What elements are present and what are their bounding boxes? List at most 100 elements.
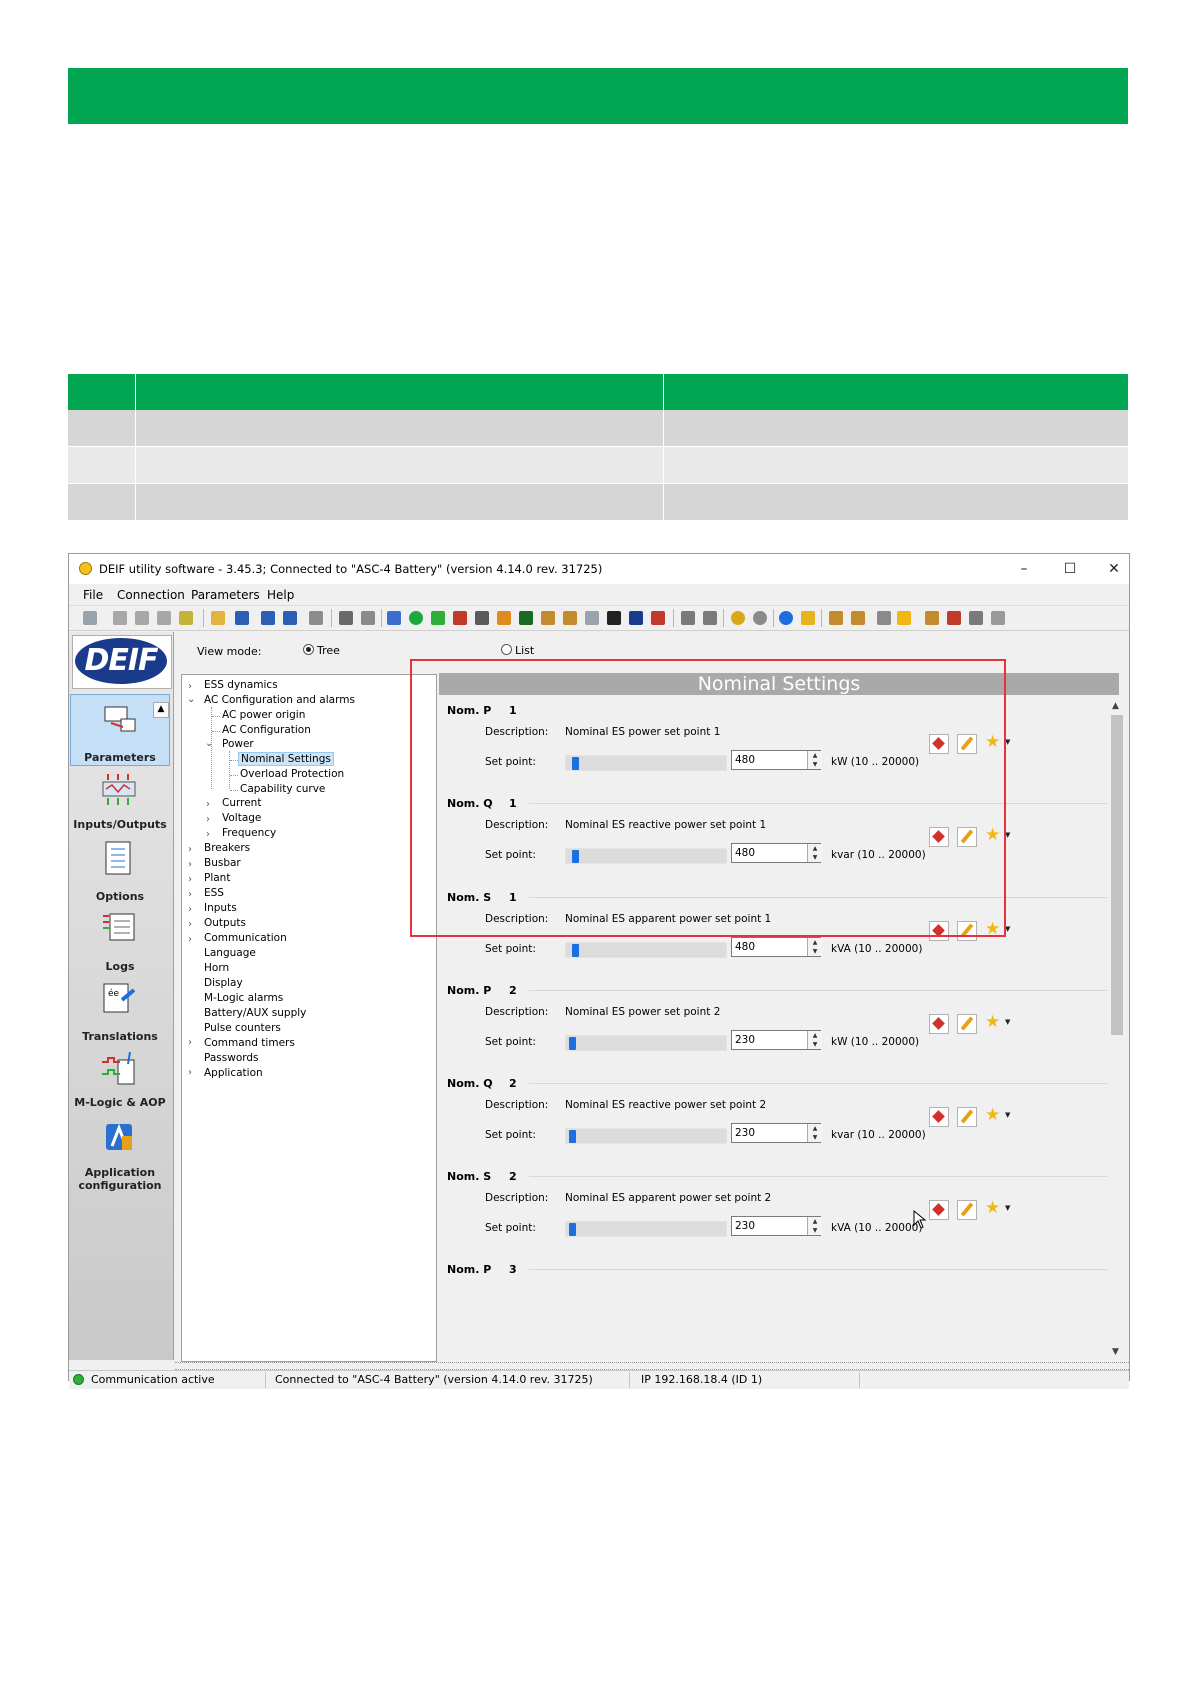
- tree-item[interactable]: ESS dynamics: [204, 679, 278, 691]
- scroll-down-icon[interactable]: ▼: [1112, 1347, 1119, 1357]
- transfer-icon[interactable]: [651, 611, 665, 625]
- tree-item[interactable]: AC power origin: [222, 709, 305, 721]
- tree-item[interactable]: Pulse counters: [204, 1022, 281, 1034]
- tree-item-selected[interactable]: Nominal Settings: [238, 752, 334, 766]
- star-icon[interactable]: [897, 611, 911, 625]
- tree-item[interactable]: Capability curve: [240, 783, 325, 795]
- sidebar-scroll-up-button[interactable]: ▲: [153, 702, 169, 718]
- clear-filter-icon[interactable]: [991, 611, 1005, 625]
- slider-knob[interactable]: [572, 944, 579, 957]
- write-icon[interactable]: [387, 611, 401, 625]
- tree-item[interactable]: Overload Protection: [240, 768, 344, 780]
- expand-icon[interactable]: ›: [188, 681, 192, 692]
- open-folder-icon[interactable]: [211, 611, 225, 625]
- save-icon[interactable]: [235, 611, 249, 625]
- expand-icon[interactable]: ›: [188, 1037, 192, 1048]
- favorite-star-icon[interactable]: ★: [985, 1105, 1000, 1125]
- spin-buttons[interactable]: ▲ ▼: [807, 1124, 822, 1142]
- wrench-icon[interactable]: [563, 611, 577, 625]
- setpoint-slider[interactable]: [565, 1221, 727, 1237]
- expand-icon[interactable]: ›: [188, 859, 192, 870]
- spin-buttons[interactable]: ▲ ▼: [807, 938, 822, 956]
- nav-mlogic-aop[interactable]: M-Logic & AOP: [70, 1044, 170, 1116]
- tree-item[interactable]: Plant: [204, 872, 230, 884]
- tools-icon[interactable]: [541, 611, 555, 625]
- write-param-icon[interactable]: [929, 1014, 949, 1034]
- filter-icon[interactable]: [877, 611, 891, 625]
- tree-item[interactable]: ESS: [204, 887, 224, 899]
- nav-logs[interactable]: Logs: [70, 904, 170, 976]
- expand-icon[interactable]: ›: [188, 934, 192, 945]
- tree-item[interactable]: Horn: [204, 962, 229, 974]
- expand-icon[interactable]: ›: [188, 1067, 192, 1078]
- nav-translations[interactable]: ée Translations: [70, 974, 170, 1046]
- print-preview-icon[interactable]: [361, 611, 375, 625]
- chevron-down-icon[interactable]: ▼: [1005, 1018, 1010, 1026]
- nav-inputs-outputs[interactable]: Inputs/Outputs: [70, 766, 170, 838]
- tree-item[interactable]: Passwords: [204, 1052, 259, 1064]
- funnel-icon[interactable]: [969, 611, 983, 625]
- chevron-down-icon[interactable]: ▼: [1005, 1204, 1010, 1212]
- tree-item[interactable]: Voltage: [222, 812, 261, 824]
- edit-pencil-icon[interactable]: [957, 1107, 977, 1127]
- horizontal-splitter[interactable]: [175, 1362, 1129, 1370]
- collapse-icon[interactable]: ⌄: [187, 694, 195, 705]
- display-icon[interactable]: [519, 611, 533, 625]
- minimize-button[interactable]: –: [1009, 558, 1039, 580]
- tree-item[interactable]: Current: [222, 797, 261, 809]
- connect-icon[interactable]: [83, 611, 97, 625]
- list-radio[interactable]: [501, 644, 512, 655]
- key-icon[interactable]: [179, 611, 193, 625]
- tree-item[interactable]: AC Configuration and alarms: [204, 694, 355, 706]
- scroll-up-icon[interactable]: ▲: [1112, 701, 1119, 711]
- chart-icon[interactable]: [703, 611, 717, 625]
- spin-buttons[interactable]: ▲ ▼: [807, 1217, 822, 1235]
- remove-icon[interactable]: [947, 611, 961, 625]
- folder-icon[interactable]: [309, 611, 323, 625]
- nav-application-configuration[interactable]: Application configuration: [70, 1114, 170, 1198]
- expand-icon[interactable]: ›: [188, 874, 192, 885]
- tree-item[interactable]: Command timers: [204, 1037, 295, 1049]
- tree-item[interactable]: Inputs: [204, 902, 237, 914]
- tag-icon[interactable]: [925, 611, 939, 625]
- settings-icon[interactable]: [113, 611, 127, 625]
- sync-icon[interactable]: [497, 611, 511, 625]
- tree-item[interactable]: Busbar: [204, 857, 241, 869]
- scroll-thumb[interactable]: [1111, 715, 1123, 1035]
- chevron-down-icon[interactable]: ▼: [1005, 1111, 1010, 1119]
- slider-knob[interactable]: [569, 1223, 576, 1236]
- edit-dropdown-icon[interactable]: [851, 611, 865, 625]
- write-param-icon[interactable]: [929, 1107, 949, 1127]
- edit-pencil-icon[interactable]: [957, 1200, 977, 1220]
- download-icon[interactable]: [475, 611, 489, 625]
- vertical-scrollbar[interactable]: ▲ ▼: [1109, 699, 1125, 1359]
- setpoint-slider[interactable]: [565, 1035, 727, 1051]
- tree-item[interactable]: Frequency: [222, 827, 276, 839]
- tree-item[interactable]: Battery/AUX supply: [204, 1007, 306, 1019]
- menu-help[interactable]: Help: [267, 588, 294, 602]
- print-icon[interactable]: [339, 611, 353, 625]
- tree-radio-label[interactable]: Tree: [317, 644, 340, 657]
- tree-radio[interactable]: [303, 644, 314, 655]
- expand-icon[interactable]: ›: [206, 799, 210, 810]
- upload-icon[interactable]: [453, 611, 467, 625]
- tree-item[interactable]: Language: [204, 947, 256, 959]
- tree-item[interactable]: Application: [204, 1067, 263, 1079]
- menu-file[interactable]: File: [83, 588, 103, 602]
- expand-icon[interactable]: ›: [188, 919, 192, 930]
- favorite-star-icon[interactable]: ★: [985, 1012, 1000, 1032]
- cog-icon[interactable]: [731, 611, 745, 625]
- tree-item[interactable]: Display: [204, 977, 243, 989]
- collapse-icon[interactable]: ⌄: [205, 738, 213, 749]
- tree-item[interactable]: Breakers: [204, 842, 250, 854]
- expand-icon[interactable]: ›: [188, 904, 192, 915]
- setpoint-slider[interactable]: [565, 1128, 727, 1144]
- save-as-icon[interactable]: [261, 611, 275, 625]
- nav-options[interactable]: Options: [70, 834, 170, 906]
- gear-icon[interactable]: [135, 611, 149, 625]
- write-param-icon[interactable]: [929, 1200, 949, 1220]
- tree-item[interactable]: Outputs: [204, 917, 246, 929]
- slider-knob[interactable]: [569, 1130, 576, 1143]
- expand-icon[interactable]: ›: [206, 829, 210, 840]
- timer-icon[interactable]: [753, 611, 767, 625]
